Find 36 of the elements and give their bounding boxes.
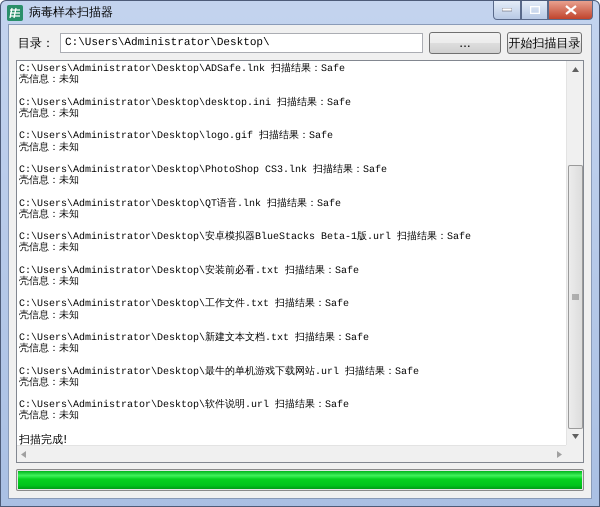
scan-result-line: C:\Users\Administrator\Desktop\安装前必看.txt 扫描结果：Safe xyxy=(19,266,360,277)
shell-info-line: 壳信息：未知 xyxy=(19,411,79,423)
start-scan-button[interactable]: 开始扫描目录 xyxy=(507,32,582,54)
directory-field[interactable]: C:\Users\Administrator\Desktop\ xyxy=(60,33,423,54)
scan-result-line: C:\Users\Administrator\Desktop\QT语音.lnk 扫描结果：Safe xyxy=(19,198,342,210)
scroll-down-icon[interactable] xyxy=(572,434,578,439)
shell-info-line: 壳信息：未知 xyxy=(19,210,79,222)
scroll-thumb[interactable] xyxy=(568,165,582,430)
shell-info-line: 壳信息：未知 xyxy=(19,109,79,120)
scan-result-line: C:\Users\Administrator\Desktop\desktop.ini 扫描结果：Safe xyxy=(19,98,352,109)
minimize-icon[interactable] xyxy=(502,8,512,12)
maximize-button[interactable] xyxy=(521,1,548,20)
directory-label: 目录： xyxy=(17,34,54,52)
scan-complete-message: 扫描完成! xyxy=(19,434,68,445)
scan-result-line: C:\Users\Administrator\Desktop\工作文件.txt 扫描结果：Safe xyxy=(19,299,350,310)
shell-info-line: 壳信息：未知 xyxy=(19,310,79,322)
scroll-right-icon[interactable] xyxy=(557,450,562,458)
shell-info-line: 壳信息：未知 xyxy=(19,243,79,255)
shell-info-line: 壳信息：未知 xyxy=(19,378,79,390)
horizontal-scrollbar[interactable] xyxy=(17,445,566,462)
close-icon[interactable] xyxy=(564,5,576,15)
window-title: 病毒样本扫描器 xyxy=(29,4,114,22)
shell-info-line: 壳信息：未知 xyxy=(19,176,79,188)
scan-result-line: C:\Users\Administrator\Desktop\logo.gif 扫描结果：Safe xyxy=(19,131,334,142)
vertical-scrollbar[interactable] xyxy=(566,61,583,445)
scroll-up-icon[interactable] xyxy=(572,67,578,72)
shell-info-line: 壳信息：未知 xyxy=(19,277,79,288)
scan-result-line: C:\Users\Administrator\Desktop\最牛的单机游戏下载网站.url 扫描结果：Safe xyxy=(19,366,420,378)
scroll-left-icon[interactable] xyxy=(21,450,26,458)
browse-button[interactable]: ... xyxy=(429,32,501,54)
shell-info-line: 壳信息：未知 xyxy=(19,75,79,87)
shell-info-line: 壳信息：未知 xyxy=(19,142,79,154)
minimize-button[interactable] xyxy=(493,1,521,20)
shell-info-line: 壳信息：未知 xyxy=(19,344,79,356)
close-button[interactable] xyxy=(548,1,593,20)
app-logo-icon xyxy=(7,4,23,21)
